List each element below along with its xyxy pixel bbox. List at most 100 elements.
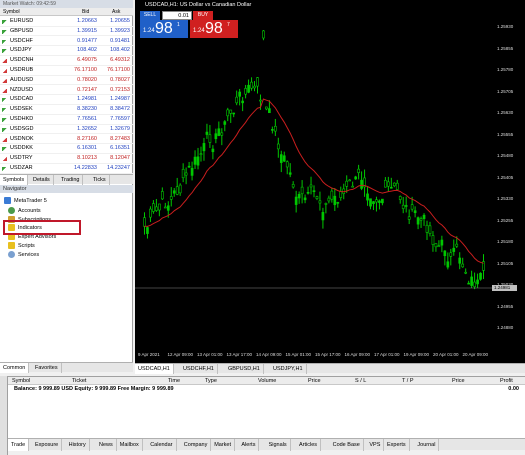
toolbox-tab-mailbox[interactable]: Mailbox [117, 439, 143, 451]
tab-favorites[interactable]: Favorites [32, 363, 62, 373]
tab-trading[interactable]: Trading [58, 175, 84, 185]
chart-tabs: USDCAD,H1 USDCHF,H1 GBPUSD,H1 USDJPY,H1 [135, 363, 525, 374]
candle-body [306, 191, 310, 194]
col-ask[interactable]: Ask [112, 8, 120, 16]
toolbox-tab-alerts[interactable]: Alerts [238, 439, 260, 451]
candle-body [384, 180, 387, 188]
market-watch-row[interactable]: USDZAR 14.22833 14.23247 [0, 164, 133, 174]
row-bid: 14.22833 [74, 165, 97, 171]
row-symbol: EURUSD [10, 18, 34, 24]
candle-body [458, 257, 462, 264]
time-tick-label: 16 Apr 09:00 [344, 352, 371, 357]
candle-body [217, 128, 221, 136]
toolbox-body [0, 394, 525, 438]
candle-body [247, 84, 250, 93]
toolbox-tab-company[interactable]: Company [181, 439, 212, 451]
candle-body [431, 235, 435, 245]
row-bid: 1.24981 [77, 96, 97, 103]
indicators-highlight-box [3, 220, 81, 235]
market-watch-row[interactable]: USDHKD 7.76561 7.76597 [0, 115, 133, 125]
candle-body [205, 131, 209, 135]
candle-body [467, 282, 470, 285]
candle-body [259, 99, 262, 102]
candle-body [271, 129, 274, 131]
market-watch-row[interactable]: USDTRY 8.10213 8.12047 [0, 154, 133, 164]
chart-tab-usdchf[interactable]: USDCHF,H1 [180, 364, 218, 374]
lot-size-input[interactable]: 0.01 [162, 11, 192, 20]
chart-tab-gbpusd[interactable]: GBPUSD,H1 [225, 364, 264, 374]
row-bid: 8.10213 [77, 155, 97, 162]
market-watch-row[interactable]: USDCHF 0.91477 0.91481 [0, 37, 133, 47]
chart-tab-usdcad[interactable]: USDCAD,H1 [135, 364, 174, 374]
toolbox-tab-exposure[interactable]: Exposure [32, 439, 63, 451]
buy-button[interactable]: BUY [193, 11, 213, 20]
candle-body [401, 204, 405, 209]
toolbox-tab-signals[interactable]: Signals [266, 439, 291, 451]
candle-body [461, 263, 465, 268]
sell-price-prefix: 1.24 [143, 28, 155, 34]
col-symbol[interactable]: Symbol [3, 8, 20, 16]
nav-item-metatrader[interactable]: MetaTrader 5 [4, 196, 47, 206]
toolbox-tab-articles[interactable]: Articles [296, 439, 322, 451]
row-symbol: USDHKD [10, 116, 34, 122]
arrow-down-icon [2, 59, 7, 64]
toolbox-tab-market[interactable]: Market [211, 439, 235, 451]
candle-body [440, 239, 444, 246]
folder-icon [8, 242, 15, 250]
time-tick-label: 20 Apr 09:00 [462, 352, 489, 357]
row-bid: 108.402 [77, 47, 97, 54]
tab-ticks[interactable]: Ticks [90, 175, 110, 185]
candle-body [276, 143, 280, 150]
market-watch-row[interactable]: GBPUSD 1.39915 1.39923 [0, 27, 133, 37]
price-tick-label: 1.25705 [497, 88, 514, 94]
candle-body [464, 271, 468, 274]
price-tick-label: 1.25255 [497, 217, 514, 223]
toolbox-tab-journal[interactable]: Journal [414, 439, 440, 451]
market-watch-row[interactable]: USDSEK 8.38230 8.38472 [0, 105, 133, 115]
candle-body [279, 154, 283, 163]
arrow-down-icon [2, 69, 7, 73]
tab-details[interactable]: Details [30, 175, 54, 185]
chart-tab-usdjpy[interactable]: USDJPY,H1 [270, 364, 307, 374]
chart-window[interactable] [135, 0, 525, 372]
row-ask: 1.24987 [110, 96, 130, 103]
market-watch-row[interactable]: USDCAD 1.24981 1.24987 [0, 95, 133, 106]
candle-body [202, 143, 206, 152]
sell-price-panel[interactable]: 1.24 98 1 [140, 20, 188, 38]
col-bid[interactable]: Bid [82, 8, 89, 16]
market-watch-row[interactable]: EURUSD 1.20663 1.20655 [0, 17, 133, 27]
toolbox-tab-news[interactable]: News [96, 439, 117, 451]
row-symbol: GBPUSD [10, 27, 34, 34]
candle-body [449, 252, 453, 257]
row-symbol: USDTRY [10, 155, 33, 162]
toolbox-tab-code-base[interactable]: Code Base [330, 439, 364, 451]
market-watch-row[interactable]: USDDKK 6.16301 6.16351 [0, 144, 133, 155]
buy-price-panel[interactable]: 1.24 98 7 [190, 20, 238, 38]
candle-body [404, 205, 408, 207]
market-watch-row[interactable]: USDCNH 6.49075 6.49312 [0, 56, 133, 66]
nav-item-services[interactable]: Services [8, 250, 39, 260]
candle-body [416, 217, 420, 225]
arrow-down-icon [2, 157, 7, 162]
market-watch-row[interactable]: NZDUSD 0.72147 0.72153 [0, 86, 133, 96]
price-tick-label: 1.25555 [497, 131, 514, 137]
tab-common[interactable]: Common [0, 363, 30, 373]
toolbox-tab-trade[interactable]: Trade [8, 439, 30, 451]
market-watch-row[interactable]: USDSGD 1.32652 1.32679 [0, 125, 133, 135]
candle-body [256, 77, 259, 87]
toolbox-tab-vps[interactable]: VPS [366, 439, 385, 451]
price-chart[interactable] [135, 0, 525, 372]
toolbox-tab-history[interactable]: History [66, 439, 90, 451]
market-watch-row[interactable]: USDRUB 76.17100 76.17100 [0, 66, 133, 76]
row-ask: 108.402 [110, 47, 130, 54]
market-watch-row[interactable]: AUDUSD 0.78020 0.78027 [0, 76, 133, 86]
balance-row[interactable]: Balance: 9 999.89 USD Equity: 9 999.89 F… [0, 385, 525, 394]
tab-symbols[interactable]: Symbols [0, 175, 29, 185]
market-watch-row[interactable]: USDNOK 8.27160 8.27483 [0, 135, 133, 145]
row-bid: 7.76561 [77, 116, 97, 122]
toolbox-tab-calendar[interactable]: Calendar [147, 439, 177, 451]
toolbox-tab-experts[interactable]: Experts [384, 439, 410, 451]
arrow-down-icon [2, 78, 7, 83]
market-watch-row[interactable]: USDJPY 108.402 108.402 [0, 46, 133, 57]
sell-button[interactable]: SELL [140, 11, 160, 20]
